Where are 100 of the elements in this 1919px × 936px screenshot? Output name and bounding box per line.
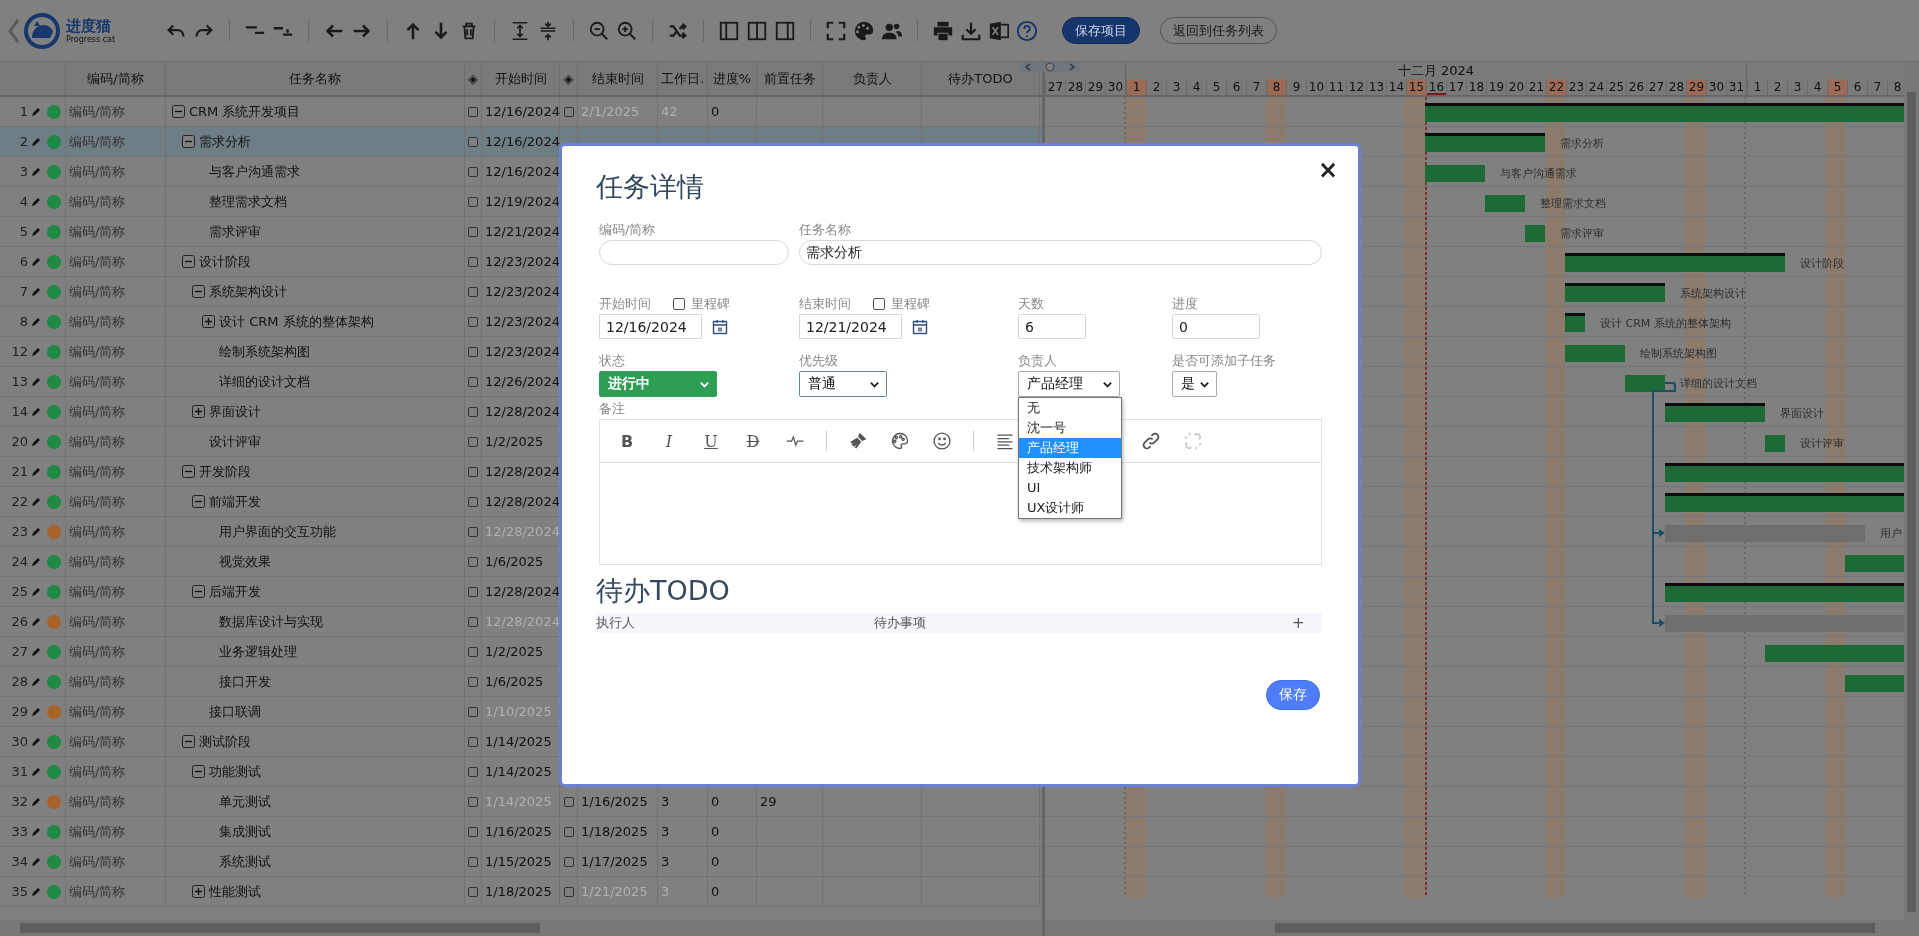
- milestone-checkbox[interactable]: [468, 616, 478, 627]
- add-button[interactable]: +: [1292, 614, 1305, 632]
- owner-select[interactable]: 产品经理: [1018, 371, 1120, 397]
- calendar-icon[interactable]: [712, 318, 728, 335]
- summary-bar[interactable]: [1565, 253, 1785, 272]
- milestone-checkbox[interactable]: [468, 766, 478, 777]
- palette-icon[interactable]: [853, 19, 876, 42]
- pencil-icon[interactable]: [31, 706, 41, 717]
- expand-icon[interactable]: [192, 885, 205, 898]
- summary-bar[interactable]: [1665, 583, 1904, 602]
- milestone-checkbox[interactable]: [468, 166, 478, 177]
- code-field[interactable]: [599, 240, 789, 265]
- printer-icon[interactable]: [932, 19, 955, 42]
- italic-button[interactable]: I: [658, 430, 680, 452]
- collapse-icon[interactable]: [182, 735, 195, 748]
- pencil-icon[interactable]: [31, 406, 41, 417]
- pencil-icon[interactable]: [31, 166, 41, 177]
- pencil-icon[interactable]: [31, 466, 41, 477]
- summary-bar[interactable]: [1425, 103, 1904, 122]
- dropdown-option[interactable]: 产品经理: [1019, 438, 1121, 458]
- milestone-checkbox[interactable]: [468, 316, 478, 327]
- milestone-checkbox[interactable]: [563, 796, 574, 807]
- link-icon[interactable]: [1141, 431, 1161, 451]
- table-row[interactable]: 34 编码/简称 系统测试 1/15/2025 1/17/2025 3 0: [0, 847, 1042, 877]
- milestone-checkbox[interactable]: [468, 136, 478, 147]
- underline-button[interactable]: U: [700, 430, 722, 452]
- save-button[interactable]: 保存: [1266, 680, 1320, 710]
- pencil-icon[interactable]: [31, 766, 41, 777]
- pencil-icon[interactable]: [31, 586, 41, 597]
- milestone-checkbox[interactable]: [563, 106, 574, 117]
- milestone-checkbox[interactable]: [468, 856, 478, 867]
- milestone-checkbox[interactable]: [873, 298, 885, 310]
- milestone-checkbox[interactable]: [468, 226, 478, 237]
- subtask-select[interactable]: 是: [1172, 371, 1217, 397]
- collapse-icon[interactable]: [192, 585, 205, 598]
- pencil-icon[interactable]: [31, 856, 41, 867]
- back-to-list-button[interactable]: 返回到任务列表: [1160, 17, 1278, 44]
- smiley-icon[interactable]: [932, 431, 952, 451]
- milestone-checkbox[interactable]: [468, 106, 478, 117]
- zoom-out-icon[interactable]: [588, 19, 611, 42]
- collapse-icon[interactable]: [192, 765, 205, 778]
- milestone-checkbox[interactable]: [468, 676, 478, 687]
- summary-bar[interactable]: [1665, 463, 1904, 482]
- milestone-checkbox[interactable]: [468, 586, 478, 597]
- milestone-checkbox[interactable]: [468, 496, 478, 507]
- milestone-checkbox[interactable]: [468, 406, 478, 417]
- milestone-checkbox[interactable]: [468, 706, 478, 717]
- pencil-icon[interactable]: [31, 796, 41, 807]
- pencil-icon[interactable]: [31, 286, 41, 297]
- spreadsheet-icon[interactable]: [988, 19, 1011, 42]
- pencil-icon[interactable]: [31, 496, 41, 507]
- summary-bar[interactable]: [1565, 283, 1665, 302]
- brush-icon[interactable]: [848, 431, 868, 451]
- collapse-icon[interactable]: [182, 135, 195, 148]
- pencil-icon[interactable]: [31, 826, 41, 837]
- milestone-checkbox[interactable]: [563, 886, 574, 897]
- date-field[interactable]: 12/16/2024: [599, 314, 702, 339]
- milestone-checkbox[interactable]: [468, 196, 478, 207]
- pencil-icon[interactable]: [31, 256, 41, 267]
- milestone-checkbox[interactable]: [468, 256, 478, 267]
- pencil-icon[interactable]: [31, 526, 41, 537]
- expand-icon[interactable]: [202, 315, 215, 328]
- summary-bar[interactable]: [1665, 403, 1765, 422]
- collapse-icon[interactable]: [192, 495, 205, 508]
- milestone-checkbox[interactable]: [468, 526, 478, 537]
- milestone-checkbox[interactable]: [468, 556, 478, 567]
- summary-bar[interactable]: [1665, 493, 1904, 512]
- close-button[interactable]: ×: [1313, 156, 1342, 184]
- splitter-handle[interactable]: [1020, 62, 1080, 72]
- pencil-icon[interactable]: [31, 676, 41, 687]
- pencil-icon[interactable]: [31, 436, 41, 447]
- bold-button[interactable]: B: [616, 430, 638, 452]
- collapse-icon[interactable]: [192, 285, 205, 298]
- vertical-scrollbar[interactable]: [1904, 62, 1919, 936]
- layout-columns-icon[interactable]: [746, 19, 769, 42]
- milestone-checkbox[interactable]: [563, 856, 574, 867]
- milestone-checkbox[interactable]: [563, 826, 574, 837]
- layout-left-icon[interactable]: [718, 19, 741, 42]
- milestone-checkbox[interactable]: [468, 346, 478, 357]
- table-row[interactable]: 33 编码/简称 集成测试 1/16/2025 1/18/2025 3 0: [0, 817, 1042, 847]
- pencil-icon[interactable]: [31, 616, 41, 627]
- milestone-checkbox[interactable]: [468, 736, 478, 747]
- milestone-checkbox[interactable]: [468, 376, 478, 387]
- pencil-icon[interactable]: [31, 556, 41, 567]
- fullscreen-icon[interactable]: [825, 19, 848, 42]
- pencil-icon[interactable]: [31, 646, 41, 657]
- collapse-icon[interactable]: [172, 105, 185, 118]
- palette-icon[interactable]: [890, 431, 910, 451]
- zoom-in-icon[interactable]: [616, 19, 639, 42]
- pencil-icon[interactable]: [31, 226, 41, 237]
- pencil-icon[interactable]: [31, 196, 41, 207]
- collapse-icon[interactable]: [182, 255, 195, 268]
- milestone-checkbox[interactable]: [468, 436, 478, 447]
- summary-bar[interactable]: [1425, 133, 1545, 152]
- expand-icon[interactable]: [192, 405, 205, 418]
- pencil-icon[interactable]: [31, 106, 41, 117]
- layout-right-icon[interactable]: [774, 19, 797, 42]
- pencil-icon[interactable]: [31, 376, 41, 387]
- milestone-checkbox[interactable]: [468, 796, 478, 807]
- days-field[interactable]: 6: [1018, 314, 1086, 339]
